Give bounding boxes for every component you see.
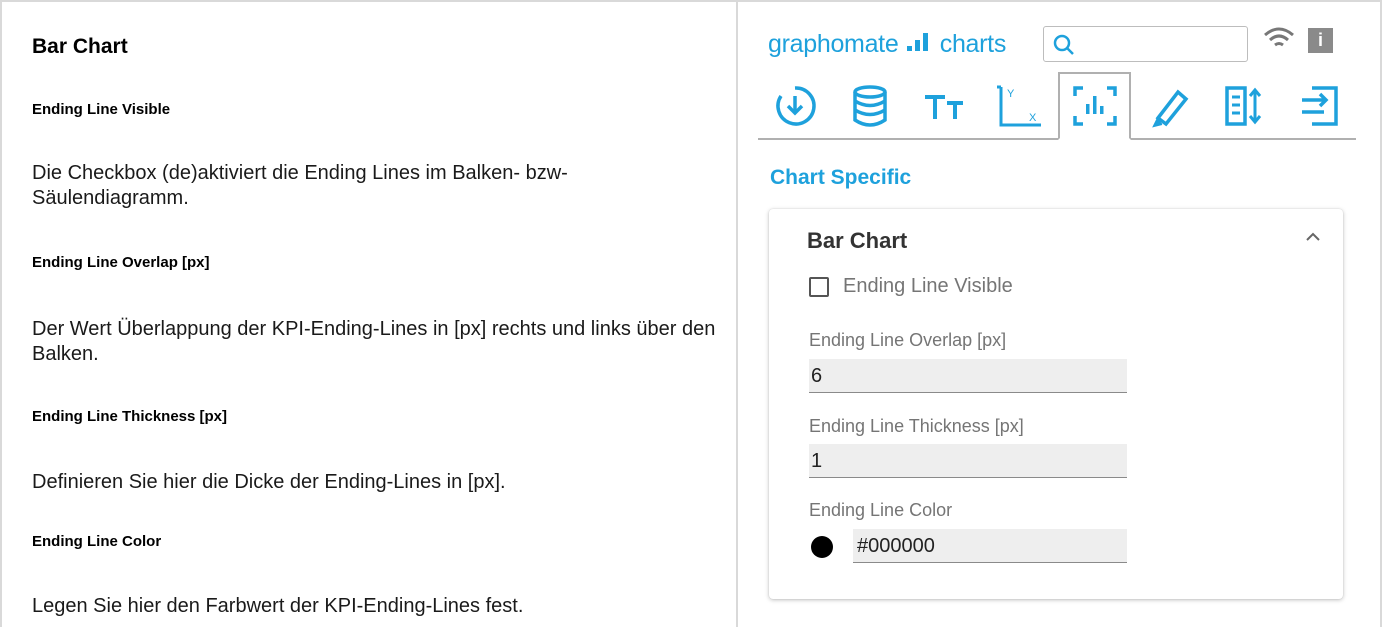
table-sort-icon: [1224, 86, 1261, 126]
svg-text:Y: Y: [1007, 88, 1015, 100]
card-title: Bar Chart: [807, 228, 908, 253]
bar-chart-card: Bar Chart Ending Line Visible Ending Lin…: [769, 209, 1343, 599]
doc-text-ending-line-thickness: Definieren Sie hier die Dicke der Ending…: [32, 471, 506, 493]
tab-chart-specific[interactable]: [1058, 72, 1131, 140]
search-input[interactable]: [1043, 26, 1248, 62]
axis-icon: Y X: [996, 85, 1041, 127]
tab-text[interactable]: [908, 72, 981, 140]
pencil-icon: [1151, 89, 1188, 128]
doc-text-ending-line-color: Legen Sie hier den Farbwert der KPI-Endi…: [32, 595, 524, 617]
ending-line-visible-label: Ending Line Visible: [843, 275, 1013, 297]
doc-heading-ending-line-visible: Ending Line Visible: [32, 101, 171, 118]
thickness-input[interactable]: 1: [809, 444, 1127, 478]
tab-design[interactable]: [1133, 72, 1206, 140]
overlap-label: Ending Line Overlap [px]: [809, 330, 1007, 350]
text-icon: [924, 95, 963, 119]
ending-line-visible-row[interactable]: Ending Line Visible: [809, 275, 1013, 298]
tab-table[interactable]: [1208, 72, 1281, 140]
thickness-label: Ending Line Thickness [px]: [809, 416, 1024, 436]
logo-bars-icon: [907, 33, 929, 51]
tab-export[interactable]: [1283, 72, 1356, 140]
doc-text-ending-line-visible: Die Checkbox (de)aktiviert die Ending Li…: [32, 162, 568, 209]
tab-axis[interactable]: Y X: [983, 72, 1056, 140]
chart-specific-icon: [1072, 86, 1117, 126]
database-icon: [852, 85, 887, 127]
info-button[interactable]: i: [1308, 28, 1333, 53]
doc-text-ending-line-overlap: Der Wert Überlappung der KPI-Ending-Line…: [32, 318, 716, 365]
logo-text-left: graphomate: [768, 30, 899, 58]
search-icon: [1053, 34, 1074, 55]
page: Bar Chart Ending Line Visible Die Checkb…: [0, 0, 1382, 627]
left-border: [0, 0, 2, 627]
logo-text-right: charts: [939, 30, 1007, 58]
info-icon: i: [1317, 30, 1323, 50]
tab-bar: Y X: [758, 72, 1356, 140]
load-icon: [775, 86, 816, 126]
export-icon: [1301, 86, 1338, 126]
svg-text:X: X: [1029, 112, 1037, 124]
doc-heading-ending-line-overlap: Ending Line Overlap [px]: [32, 254, 210, 271]
doc-title: Bar Chart: [32, 35, 128, 58]
wifi-icon: [1264, 27, 1294, 47]
tab-load[interactable]: [758, 72, 831, 140]
section-title: Chart Specific: [770, 166, 912, 189]
graphomate-logo: graphomate charts: [768, 30, 1006, 59]
color-swatch[interactable]: [811, 536, 833, 558]
doc-heading-ending-line-thickness: Ending Line Thickness [px]: [32, 408, 228, 425]
column-divider: [736, 0, 738, 627]
ending-line-visible-checkbox[interactable]: [809, 276, 829, 297]
color-input[interactable]: #000000: [853, 529, 1127, 563]
overlap-input[interactable]: 6: [809, 359, 1127, 393]
doc-heading-ending-line-color: Ending Line Color: [32, 533, 162, 550]
properties-panel: graphomate charts i Y X Chart Specific B…: [740, 0, 1380, 627]
tab-data[interactable]: [833, 72, 906, 140]
chevron-up-icon[interactable]: [1305, 231, 1321, 243]
color-label: Ending Line Color: [809, 500, 953, 520]
